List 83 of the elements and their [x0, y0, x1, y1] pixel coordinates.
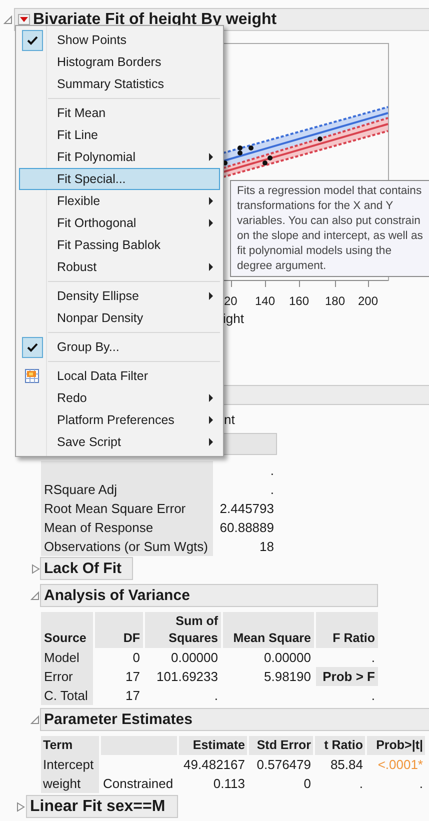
row-label-cell: RSquare Adj	[41, 480, 213, 499]
disclosure-closed-icon[interactable]	[16, 802, 26, 812]
table-cell: 0.576479	[256, 757, 311, 772]
column-header: F Ratio	[332, 630, 375, 647]
row-value: 2.445793	[220, 501, 274, 516]
table-cell: 0.113	[213, 776, 245, 791]
column-header: Source	[44, 630, 86, 647]
axis-tick-label: 20	[224, 294, 238, 308]
section-header[interactable]: Parameter Estimates	[40, 708, 429, 731]
table-cell: Model	[44, 650, 80, 665]
row-value: .	[270, 482, 274, 497]
table-cell: 0	[304, 776, 311, 791]
table-cell: 17	[126, 688, 140, 703]
tooltip-text: Fits a regression model that contains transformations for the X and Y variables. You can also put constrain on the slope and intercept, as well as fit polynomial models using the degree argument.	[237, 184, 423, 274]
data-point	[248, 146, 254, 150]
menu-item[interactable]: Fit Polynomial	[19, 146, 220, 168]
row-value: .	[270, 463, 274, 478]
row-label-cell: Root Mean Square Error	[41, 499, 213, 518]
table-cell: weight	[43, 776, 81, 791]
dropdown-button[interactable]	[18, 14, 30, 25]
section-header[interactable]: Analysis of Variance	[40, 584, 378, 607]
disclosure-open-icon[interactable]	[30, 590, 40, 600]
column-header: Std Error	[249, 736, 313, 755]
menu-item[interactable]: Fit Mean	[19, 102, 220, 124]
table-cell: .	[419, 776, 423, 791]
axis-tick-label: 160	[288, 294, 310, 308]
axis-title: ight	[223, 311, 244, 326]
disclosure-open-icon[interactable]	[30, 714, 40, 724]
row-value: 18	[260, 539, 274, 554]
table-cell: 0	[132, 650, 140, 665]
menu-item[interactable]: Redo	[19, 387, 220, 409]
menu-item[interactable]: Histogram Borders	[19, 51, 220, 73]
row-label-cell: Mean of Response	[41, 518, 213, 537]
disclosure-open-icon[interactable]	[3, 14, 13, 24]
menu-item[interactable]: Platform Preferences	[19, 409, 220, 431]
row-label-cell: Observations (or Sum Wgts)	[41, 537, 213, 556]
table-cell: Error	[44, 669, 73, 684]
table-cell: Intercept	[43, 757, 94, 772]
table-cell: 49.482167	[184, 757, 245, 772]
table-cell: .	[359, 776, 363, 791]
menu-item[interactable]: Local Data Filter	[19, 365, 220, 387]
table-cell: Constrained	[103, 776, 174, 791]
section-header[interactable]: Linear Fit sex==M	[26, 795, 178, 818]
menu-item[interactable]: Summary Statistics	[19, 73, 220, 95]
filter-grid-icon	[25, 369, 39, 383]
column-header: t Ratio	[315, 736, 365, 755]
table-cell: <.0001*	[378, 757, 423, 772]
menu-item[interactable]: Show Points	[19, 29, 220, 51]
column-header: Prob > F	[322, 669, 375, 684]
axis-tick-label: 200	[358, 294, 378, 308]
disclosure-closed-icon[interactable]	[31, 564, 41, 574]
menu-item[interactable]: Fit Orthogonal	[19, 212, 220, 234]
menu-item[interactable]: Fit Passing Bablok	[19, 234, 220, 256]
table-cell: C. Total	[44, 688, 88, 703]
section-header[interactable]: Lack Of Fit	[40, 557, 133, 580]
table-cell: 0.00000	[171, 650, 218, 665]
table-cell: 17	[126, 669, 140, 684]
report-text: nt	[224, 413, 235, 427]
table-cell: .	[371, 688, 375, 703]
menu-item[interactable]: Density Ellipse	[19, 285, 220, 307]
table-cell: 5.98190	[264, 669, 311, 684]
column-header: Prob>|t|	[367, 736, 425, 755]
axis-tick-label: 140	[254, 294, 276, 308]
table-cell: 0.00000	[264, 650, 311, 665]
menu-item[interactable]: Robust	[19, 256, 220, 278]
column-header: Term	[41, 736, 99, 755]
table-cell: 85.84	[330, 757, 363, 772]
table-cell: 101.69233	[156, 669, 218, 684]
menu-item[interactable]: Fit Line	[19, 124, 220, 146]
column-header: Mean Square	[233, 630, 311, 647]
column-header: DF	[123, 630, 140, 647]
data-point	[318, 136, 322, 142]
row-value: 60.88889	[220, 520, 274, 535]
axis-tick-label: 180	[324, 294, 346, 308]
column-header: Estimate	[179, 736, 247, 755]
menu-item[interactable]: Group By...	[19, 336, 220, 358]
menu-item[interactable]: Flexible	[19, 190, 220, 212]
menu-item[interactable]: Nonpar Density	[19, 307, 220, 329]
table-cell: .	[371, 650, 375, 665]
table-cell: .	[214, 688, 218, 703]
menu-item[interactable]: Fit Special...	[19, 168, 220, 190]
column-header: Sum of Squares	[168, 613, 218, 647]
menu-item[interactable]: Save Script	[19, 431, 220, 453]
